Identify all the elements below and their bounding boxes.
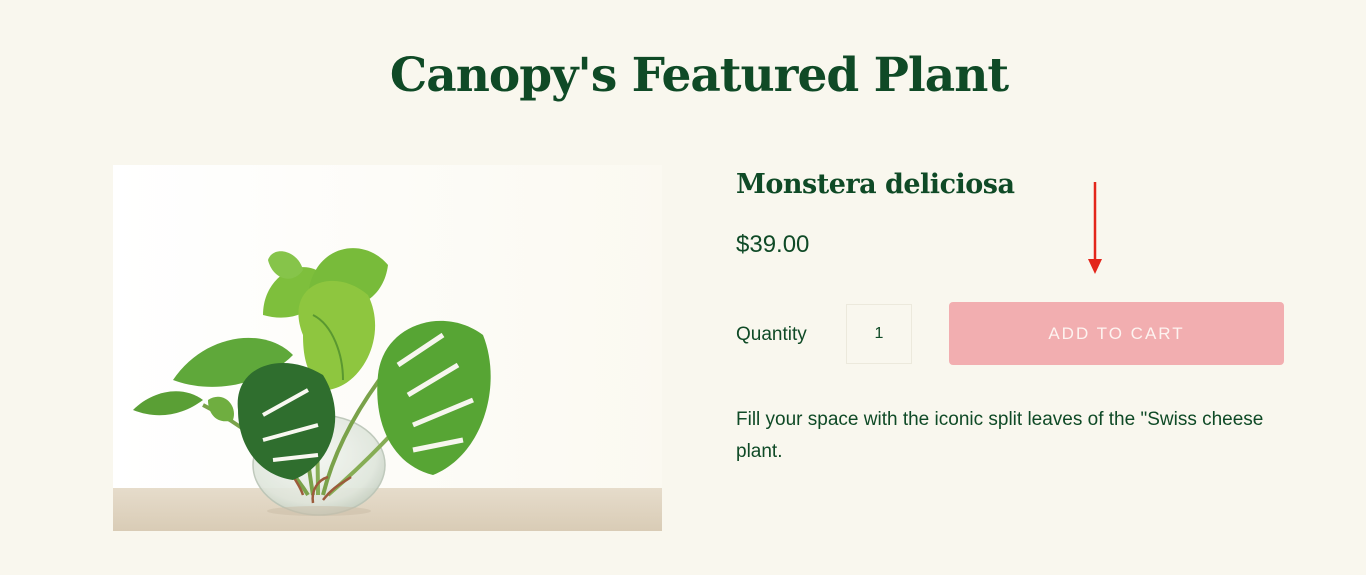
product-name: Monstera deliciosa — [736, 169, 1015, 200]
product-image — [113, 165, 662, 531]
product-description: Fill your space with the iconic split le… — [736, 409, 1264, 462]
product-price: $39.00 — [736, 231, 810, 258]
quantity-label: Quantity — [736, 324, 807, 345]
quantity-input[interactable] — [846, 304, 912, 364]
red-arrow-icon — [1088, 182, 1102, 274]
add-to-cart-button[interactable]: ADD TO CART — [949, 302, 1284, 365]
featured-product-section: Canopy's Featured Plant Monstera delicio… — [0, 0, 1366, 575]
section-title: Canopy's Featured Plant — [389, 48, 1009, 103]
